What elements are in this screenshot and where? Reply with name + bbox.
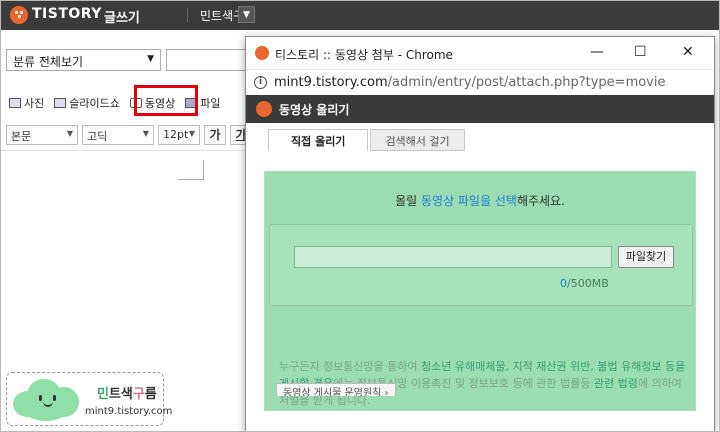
chevron-down-icon: ▼ — [188, 129, 195, 138]
write-label: 글쓰기 — [104, 11, 140, 26]
close-icon[interactable]: ✕ — [682, 44, 694, 60]
upload-prompt: 올릴 동영상 파일을 선택해주세요. — [395, 194, 565, 208]
text-cursor-marker — [178, 160, 204, 180]
watermark-badge: 민트색구름 mint9.tistory.com — [6, 372, 172, 426]
tab-search-embed[interactable]: 검색해서 걸기 — [370, 129, 465, 151]
tistory-logo-icon — [256, 101, 272, 117]
category-value: 분류 전체보기 — [13, 55, 84, 69]
upload-size-status: 0/500MB — [560, 277, 609, 290]
url-text[interactable]: mint9.tistory.com/admin/entry/post/attac… — [274, 75, 665, 90]
video-button-highlight — [134, 85, 198, 116]
font-select[interactable]: 고딕 ▼ — [82, 125, 154, 145]
slideshow-label: 슬라이드쇼 — [69, 97, 120, 110]
tistory-favicon-icon — [255, 46, 269, 60]
top-bar: TISTORY 글쓰기 민트색구름 ▼ — [0, 0, 720, 30]
chevron-down-icon: ▼ — [66, 129, 73, 138]
video-policy-button[interactable]: 동영상 게시물 운영원칙 › — [276, 383, 396, 396]
window-titlebar[interactable]: 티스토리 :: 동영상 첨부 - Chrome — ☐ ✕ — [246, 37, 714, 69]
category-select[interactable]: 분류 전체보기 ▼ — [6, 49, 161, 71]
format-toolbar: 본문 ▼ 고딕 ▼ 12pt ▼ 가 가 — [6, 125, 252, 147]
tistory-logo-icon[interactable] — [10, 6, 28, 24]
paragraph-style-value: 본문 — [11, 130, 32, 143]
minimize-icon[interactable]: — — [590, 44, 604, 60]
chevron-down-icon: ▼ — [142, 129, 149, 138]
chevron-down-icon[interactable]: ▼ — [238, 6, 255, 23]
file-label: 파일 — [200, 97, 221, 110]
file-select-box: 파일찾기 0/500MB — [269, 224, 693, 306]
brand-name[interactable]: TISTORY — [32, 6, 102, 22]
maximize-icon[interactable]: ☐ — [634, 44, 647, 60]
cloud-mascot-icon — [13, 379, 79, 421]
watermark-url: mint9.tistory.com — [85, 406, 173, 417]
upload-tabs: 직접 올리기 검색해서 걸기 — [268, 129, 467, 151]
tab-direct-upload[interactable]: 직접 올리기 — [268, 129, 369, 151]
chevron-down-icon: ▼ — [147, 54, 154, 64]
divider — [187, 8, 188, 22]
photo-icon — [9, 98, 21, 108]
photo-label: 사진 — [24, 97, 45, 110]
file-path-input[interactable] — [294, 246, 612, 268]
slideshow-button[interactable]: 슬라이드쇼 — [54, 95, 120, 111]
title-input[interactable] — [166, 49, 256, 71]
font-value: 고딕 — [87, 130, 108, 143]
font-size-value: 12pt — [163, 128, 189, 141]
bold-button[interactable]: 가 — [204, 125, 226, 145]
upload-panel: 올릴 동영상 파일을 선택해주세요. 파일찾기 0/500MB 누구든지 정보통… — [264, 171, 696, 411]
slideshow-icon — [54, 98, 67, 108]
upload-header-title: 동영상 올리기 — [279, 103, 350, 117]
address-bar[interactable]: i mint9.tistory.com/admin/entry/post/att… — [246, 69, 714, 95]
photo-button[interactable]: 사진 — [9, 95, 44, 111]
font-size-select[interactable]: 12pt ▼ — [158, 125, 200, 145]
watermark-name: 민트색구름 — [97, 387, 157, 402]
info-icon[interactable]: i — [254, 76, 267, 89]
browse-file-button[interactable]: 파일찾기 — [618, 246, 674, 268]
upload-header: 동영상 올리기 — [246, 95, 714, 123]
paragraph-style-select[interactable]: 본문 ▼ — [6, 125, 78, 145]
window-title: 티스토리 :: 동영상 첨부 - Chrome — [275, 48, 453, 62]
attach-video-window: 티스토리 :: 동영상 첨부 - Chrome — ☐ ✕ i mint9.ti… — [245, 36, 715, 432]
